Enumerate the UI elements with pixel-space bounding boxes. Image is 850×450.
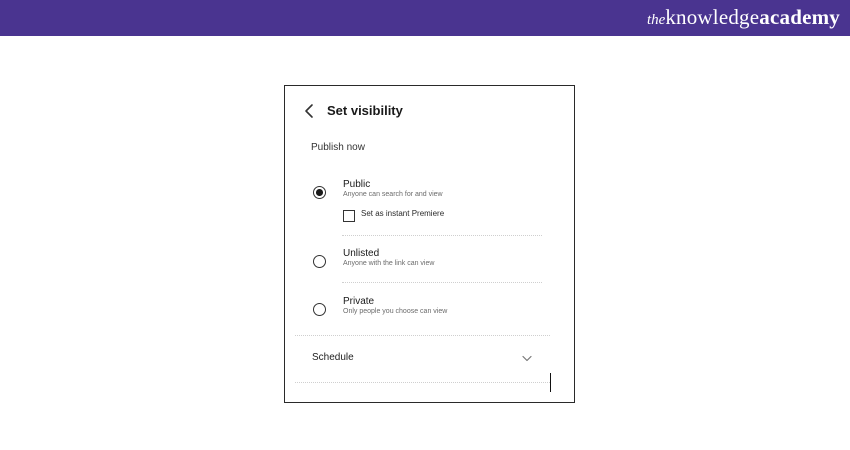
- text-cursor: [550, 373, 551, 392]
- divider: [342, 282, 542, 283]
- brand-logo-knowledge: knowledge: [665, 5, 760, 29]
- option-unlisted-description: Anyone with the link can view: [343, 260, 435, 267]
- premiere-checkbox-label: Set as instant Premiere: [361, 209, 445, 218]
- page-title: Set visibility: [327, 103, 403, 118]
- unlisted-radio[interactable]: [313, 255, 326, 268]
- brand-logo: the knowledge academy: [647, 5, 840, 31]
- publish-now-label: Publish now: [311, 142, 365, 153]
- option-public-description: Anyone can search for and view: [343, 191, 443, 198]
- premiere-checkbox[interactable]: [343, 210, 355, 222]
- brand-header-bar: the knowledge academy: [0, 0, 850, 36]
- panel-header: Set visibility: [285, 86, 574, 136]
- option-private-description: Only people you choose can view: [343, 308, 448, 315]
- option-unlisted-title: Unlisted: [343, 248, 380, 259]
- divider: [342, 235, 542, 236]
- brand-logo-academy: academy: [759, 5, 840, 29]
- brand-logo-the: the: [647, 12, 666, 28]
- option-public-title: Public: [343, 179, 371, 190]
- schedule-row[interactable]: Schedule: [285, 341, 574, 373]
- divider: [295, 335, 550, 336]
- private-radio[interactable]: [313, 303, 326, 316]
- chevron-down-icon[interactable]: [522, 355, 532, 362]
- visibility-panel: Set visibility Publish now Public Anyone…: [284, 85, 575, 403]
- chevron-left-icon[interactable]: [302, 103, 316, 119]
- schedule-label: Schedule: [312, 352, 354, 363]
- divider: [295, 382, 550, 383]
- option-private-title: Private: [343, 296, 375, 307]
- public-radio[interactable]: [313, 186, 326, 199]
